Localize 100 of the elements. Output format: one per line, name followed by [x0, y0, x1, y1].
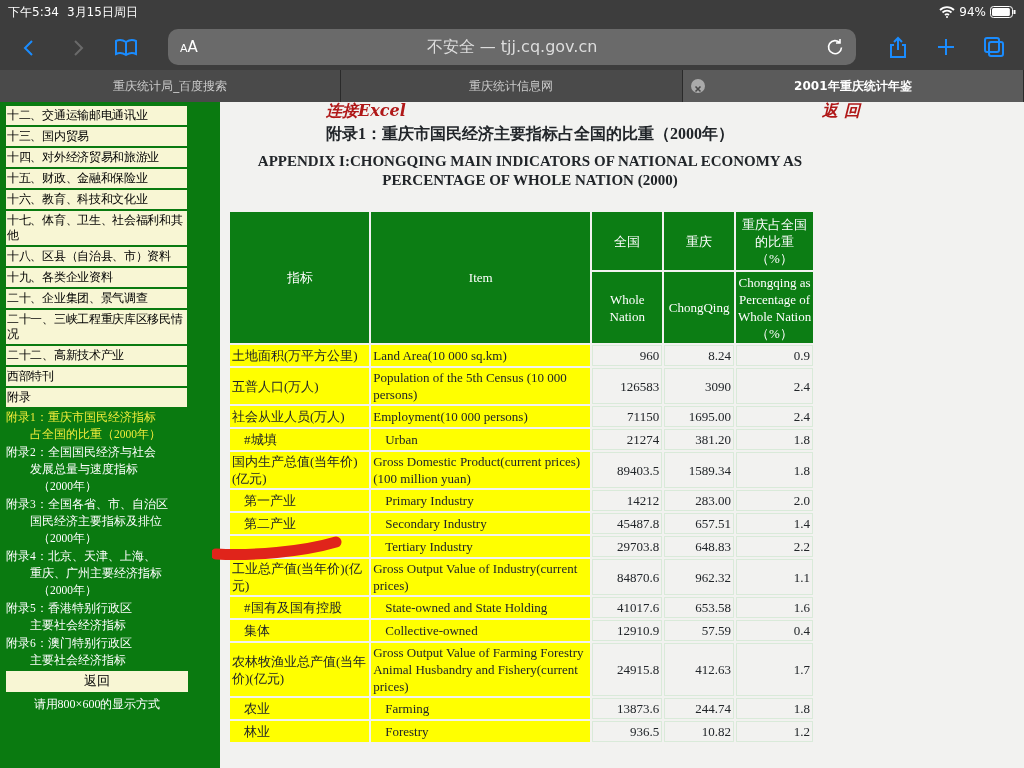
table-cell: 集体 [230, 620, 370, 641]
return-link[interactable]: 返 回 [822, 102, 860, 120]
table-cell: 21274 [592, 429, 663, 450]
table-cell: 412.63 [664, 643, 735, 696]
wifi-icon [939, 6, 956, 18]
excel-link[interactable]: 连接Excel [278, 102, 406, 120]
chapter-link[interactable]: 十三、国内贸易 [6, 127, 187, 146]
table-cell: 农业 [230, 698, 370, 719]
table-cell: 962.32 [664, 559, 735, 595]
battery-icon [990, 6, 1016, 18]
table-cell: Collective-owned [371, 620, 591, 641]
table-cell: 13873.6 [592, 698, 663, 719]
display-note: 请用800×600的显示方式 [32, 695, 162, 713]
status-time: 下午5:34 [8, 4, 59, 21]
table-cell: 283.00 [664, 490, 735, 511]
table-cell: 1.1 [736, 559, 813, 595]
chapter-link[interactable]: 十四、对外经济贸易和旅游业 [6, 148, 187, 167]
table-cell: 1695.00 [664, 406, 735, 427]
table-cell: Gross Output Value of Industry(current prices) [371, 559, 591, 595]
address-bar[interactable]: AA 不安全 — tjj.cq.gov.cn [168, 29, 856, 65]
column-header: ChongQing [664, 272, 735, 343]
table-cell: Employment(10 000 persons) [371, 406, 591, 427]
column-header: 指标 [230, 212, 370, 343]
page-subtitle: APPENDIX I:CHONGQING MAIN INDICATORS OF NATIONAL ECONOMY AS PERCENTAGE OF WHOLE NATION (2000) [256, 152, 804, 190]
chapter-link[interactable]: 附录 [6, 388, 187, 407]
appendix-link[interactable]: 附录4：北京、天津、上海、 重庆、广州主要经济指标 （2000年） [6, 548, 220, 599]
appendix-link[interactable]: 附录2：全国国民经济与社会 发展总量与速度指标 （2000年） [6, 444, 220, 495]
chapter-link[interactable]: 十八、区县（自治县、市）资料 [6, 247, 187, 266]
table-cell: Land Area(10 000 sq.km) [371, 345, 591, 366]
table-cell: 国内生产总值(当年价)(亿元) [230, 452, 370, 488]
table-cell: 0.4 [736, 620, 813, 641]
chapter-link[interactable]: 二十、企业集团、景气调查 [6, 289, 187, 308]
table-cell: 1.6 [736, 597, 813, 618]
chapter-link[interactable]: 十六、教育、科技和文化业 [6, 190, 187, 209]
table-cell: State-owned and State Holding [371, 597, 591, 618]
table-cell: 第二产业 [230, 513, 370, 534]
table-cell: Forestry [371, 721, 591, 742]
table-cell: 1.8 [736, 452, 813, 488]
appendix-link[interactable]: 附录1：重庆市国民经济指标 占全国的比重（2000年） [6, 409, 220, 443]
table-cell: 10.82 [664, 721, 735, 742]
chapter-link[interactable]: 二十一、三峡工程重庆库区移民情况 [6, 310, 187, 344]
table-cell: 45487.8 [592, 513, 663, 534]
status-date: 3月15日周日 [66, 4, 138, 21]
table-cell: 648.83 [664, 536, 735, 557]
table-cell: 41017.6 [592, 597, 663, 618]
table-cell: Urban [371, 429, 591, 450]
table-cell: 12910.9 [592, 620, 663, 641]
table-cell: 3090 [664, 368, 735, 404]
table-cell: Gross Domestic Product(current prices)(100 million yuan) [371, 452, 591, 488]
browser-tab[interactable]: 2001年重庆统计年鉴 [682, 70, 1024, 102]
table-cell: 2.4 [736, 406, 813, 427]
table-cell: 1.4 [736, 513, 813, 534]
close-tab-icon[interactable] [690, 79, 705, 93]
table-cell: 57.59 [664, 620, 735, 641]
table-cell: Farming [371, 698, 591, 719]
table-cell: 89403.5 [592, 452, 663, 488]
table-cell: 1589.34 [664, 452, 735, 488]
table-cell: 2.0 [736, 490, 813, 511]
table-cell: 381.20 [664, 429, 735, 450]
appendix-link[interactable]: 附录6：澳门特别行政区 主要社会经济指标 [6, 635, 220, 669]
table-cell: 653.58 [664, 597, 735, 618]
chapter-link[interactable]: 十七、体育、卫生、社会福利和其他 [6, 211, 187, 245]
tabs-icon[interactable] [982, 35, 1006, 59]
reload-icon[interactable] [826, 38, 844, 56]
table-cell: 第一产业 [230, 490, 370, 511]
back-button[interactable]: 返回 [6, 671, 188, 692]
table-cell: Gross Output Value of Farming Forestry Animal Husbandry and Fishery(current prices) [371, 643, 591, 696]
table-cell: 五普人口(万人) [230, 368, 370, 404]
table-cell: 土地面积(万平方公里) [230, 345, 370, 366]
table-cell: Primary Industry [371, 490, 591, 511]
column-header: 全国 [592, 212, 663, 270]
table-cell: 71150 [592, 406, 663, 427]
table-cell: 林业 [230, 721, 370, 742]
column-header: Chongqing as Percentage of Whole Nation（%） [736, 272, 813, 343]
table-cell: 84870.6 [592, 559, 663, 595]
chapter-link[interactable]: 十二、交通运输邮电通讯业 [6, 106, 187, 125]
column-header: Whole Nation [592, 272, 663, 343]
table-cell: 2.4 [736, 368, 813, 404]
text-size-button[interactable]: AA [180, 35, 198, 59]
table-cell: 1.7 [736, 643, 813, 696]
chapter-link[interactable]: 二十二、高新技术产业 [6, 346, 187, 365]
browser-tab[interactable]: 重庆统计信息网 [341, 70, 683, 102]
chapter-link[interactable]: 十五、财政、金融和保险业 [6, 169, 187, 188]
chapter-link[interactable]: 西部特刊 [6, 367, 187, 386]
appendix-link[interactable]: 附录3：全国各省、市、自治区 国民经济主要指标及排位 （2000年） [6, 496, 220, 547]
table-cell: 农林牧渔业总产值(当年价)(亿元) [230, 643, 370, 696]
table-cell: 2.2 [736, 536, 813, 557]
table-cell: 960 [592, 345, 663, 366]
table-cell: 29703.8 [592, 536, 663, 557]
chapter-link[interactable]: 十九、各类企业资料 [6, 268, 187, 287]
table-cell: #城填 [230, 429, 370, 450]
battery-percent: 94% [959, 4, 986, 21]
column-header: 重庆占全国的比重（%） [736, 212, 813, 270]
browser-tab[interactable]: 重庆统计局_百度搜索 [0, 70, 342, 102]
appendix-link[interactable]: 附录5：香港特别行政区 主要社会经济指标 [6, 600, 220, 634]
table-cell: Population of the 5th Census (10 000 persons) [371, 368, 591, 404]
table-cell: Tertiary Industry [371, 536, 591, 557]
table-cell: 1.2 [736, 721, 813, 742]
table-cell: 1.8 [736, 429, 813, 450]
table-cell: #国有及国有控股 [230, 597, 370, 618]
